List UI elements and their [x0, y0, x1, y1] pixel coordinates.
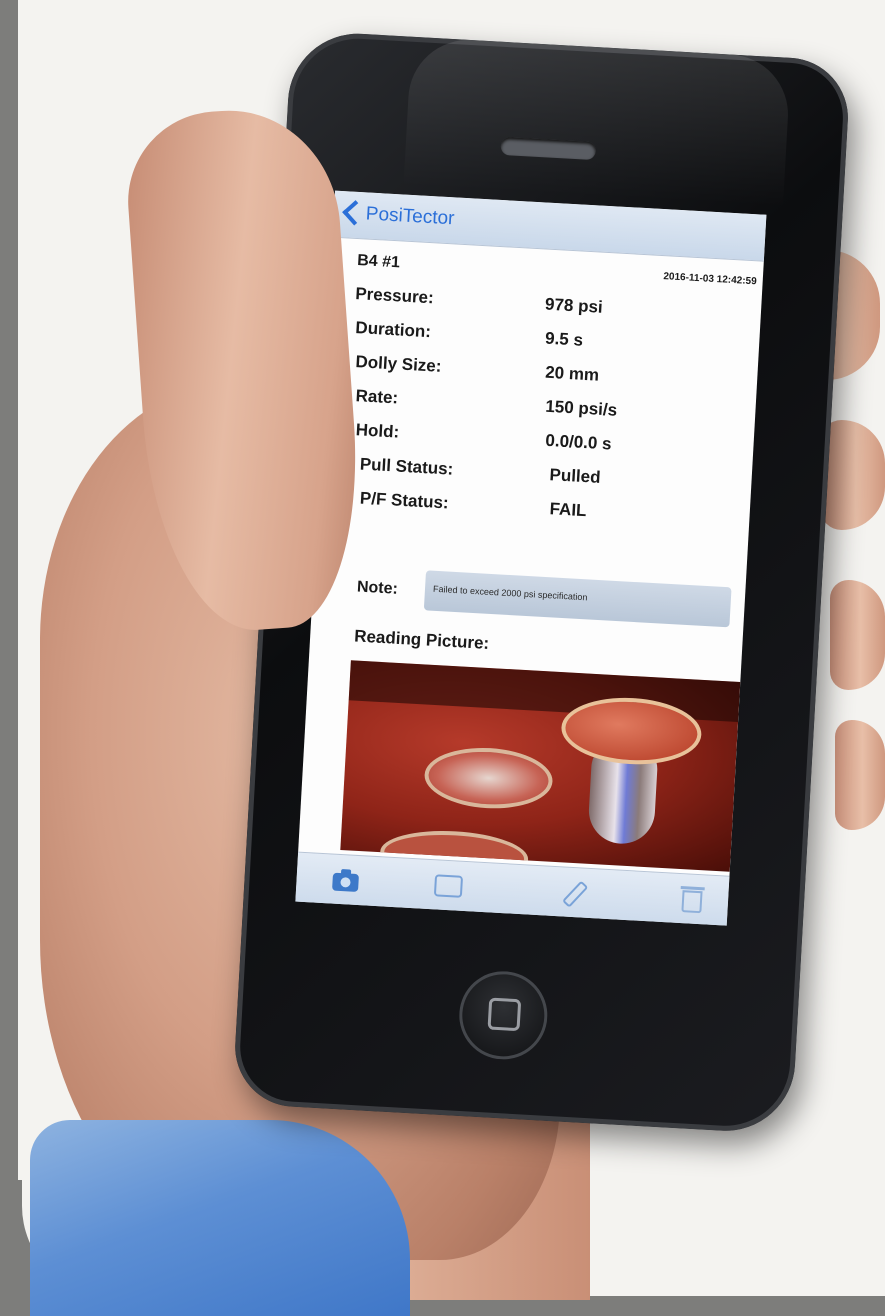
- note-label: Note:: [356, 578, 399, 598]
- detail-label: Rate:: [355, 386, 399, 408]
- detail-value: FAIL: [549, 499, 588, 521]
- reading-id: B4 #1: [356, 252, 401, 272]
- phone-glare: [403, 36, 792, 208]
- detail-value: 0.0/0.0 s: [544, 430, 613, 454]
- detail-value: 20 mm: [544, 362, 600, 385]
- detail-label: Duration:: [354, 318, 432, 342]
- home-button[interactable]: [456, 968, 550, 1062]
- detail-value: 150 psi/s: [544, 396, 618, 420]
- finger-3: [830, 580, 885, 690]
- detail-label: P/F Status:: [359, 488, 450, 513]
- trash-icon[interactable]: [679, 886, 708, 914]
- gallery-icon[interactable]: [433, 872, 464, 898]
- reading-picture-label: Reading Picture:: [353, 626, 490, 653]
- pulled-coating-spot: [422, 744, 555, 812]
- detail-label: Hold:: [355, 420, 400, 442]
- note-text: Failed to exceed 2000 psi specification: [432, 583, 588, 603]
- home-square-icon: [487, 997, 522, 1032]
- reading-timestamp: 2016-11-03 12:42:59: [663, 271, 757, 288]
- reading-picture[interactable]: [340, 660, 741, 872]
- finger-4: [835, 720, 885, 830]
- share-icon[interactable]: [561, 880, 593, 908]
- detail-label: Pressure:: [354, 283, 435, 308]
- detail-label: Pull Status:: [359, 454, 454, 479]
- reading-details: Pressure: 978 psi Duration: 9.5 s Dolly …: [343, 284, 756, 544]
- back-button-label: PosiTector: [365, 203, 455, 230]
- chevron-left-icon: [342, 200, 368, 226]
- camera-icon[interactable]: [332, 867, 361, 893]
- detail-value: 978 psi: [544, 294, 604, 317]
- app-screen: PosiTector B4 #1 2016-11-03 12:42:59 Pre…: [295, 190, 767, 926]
- detail-value: Pulled: [549, 465, 602, 487]
- detail-label: Dolly Size:: [355, 352, 442, 376]
- shirt-sleeve: [30, 1120, 410, 1316]
- detail-value: 9.5 s: [544, 328, 584, 350]
- note-field[interactable]: Failed to exceed 2000 psi specification: [423, 570, 732, 628]
